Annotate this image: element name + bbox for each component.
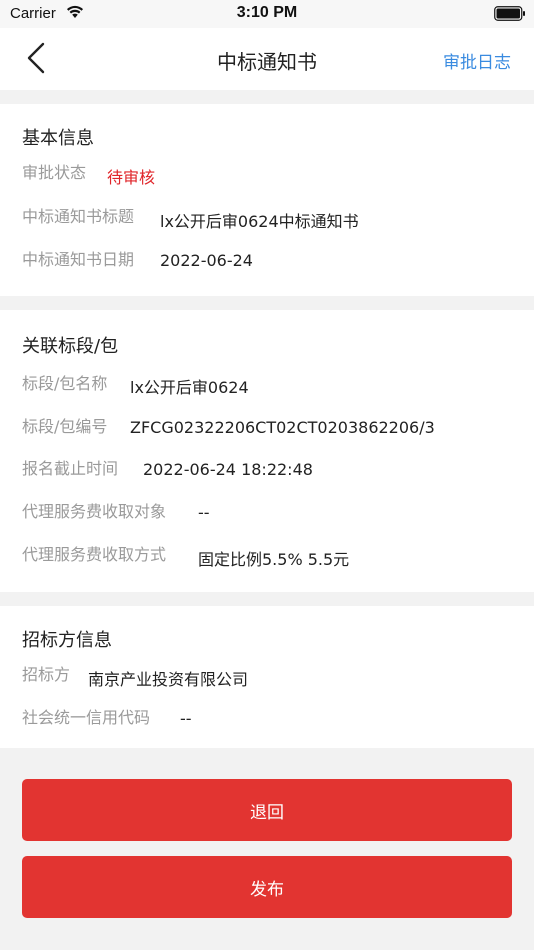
tenderer-info-card: 招标方信息 招标方 南京产业投资有限公司 社会统一信用代码 -- xyxy=(0,606,534,748)
back-button[interactable] xyxy=(18,40,54,80)
deadline-value: 2022-06-24 18:22:48 xyxy=(143,460,313,479)
section-name-value: lx公开后审0624 xyxy=(130,378,249,397)
fee-method-label: 代理服务费收取方式 xyxy=(22,545,167,564)
battery-icon xyxy=(494,6,526,26)
notice-date-value: 2022-06-24 xyxy=(160,251,253,270)
tenderer-info-title: 招标方信息 xyxy=(22,630,112,651)
deadline-label: 报名截止时间 xyxy=(22,459,119,478)
navigation-bar: 中标通知书 审批日志 xyxy=(0,28,534,90)
status-bar: Carrier 3:10 PM xyxy=(0,0,534,28)
basic-info-title: 基本信息 xyxy=(22,128,94,149)
tenderer-label: 招标方 xyxy=(22,665,71,684)
notice-date-label: 中标通知书日期 xyxy=(22,250,135,269)
credit-code-value: -- xyxy=(180,709,192,728)
notice-title-label: 中标通知书标题 xyxy=(22,207,135,226)
section-info-title: 关联标段/包 xyxy=(22,336,119,357)
section-code-value: ZFCG02322206CT02CT0203862206/3 xyxy=(130,418,435,437)
fee-target-value: -- xyxy=(198,503,210,522)
tenderer-value: 南京产业投资有限公司 xyxy=(88,670,249,689)
basic-info-card: 基本信息 审批状态 待审核 中标通知书标题 lx公开后审0624中标通知书 中标… xyxy=(0,104,534,296)
fee-method-value: 固定比例5.5% 5.5元 xyxy=(198,550,350,569)
status-time: 3:10 PM xyxy=(236,4,298,21)
return-button[interactable]: 退回 xyxy=(22,779,512,841)
credit-code-label: 社会统一信用代码 xyxy=(22,708,151,727)
fee-target-label: 代理服务费收取对象 xyxy=(22,502,167,521)
section-code-label: 标段/包编号 xyxy=(22,417,108,436)
notice-title-value: lx公开后审0624中标通知书 xyxy=(160,212,359,231)
status-badge: 待审核 xyxy=(107,168,156,187)
section-info-card: 关联标段/包 标段/包名称 lx公开后审0624 标段/包编号 ZFCG0232… xyxy=(0,310,534,592)
publish-button[interactable]: 发布 xyxy=(22,856,512,918)
approval-log-button[interactable]: 审批日志 xyxy=(443,48,511,73)
approval-status-label: 审批状态 xyxy=(22,163,87,182)
chevron-left-icon xyxy=(26,42,46,78)
section-name-label: 标段/包名称 xyxy=(22,374,108,393)
